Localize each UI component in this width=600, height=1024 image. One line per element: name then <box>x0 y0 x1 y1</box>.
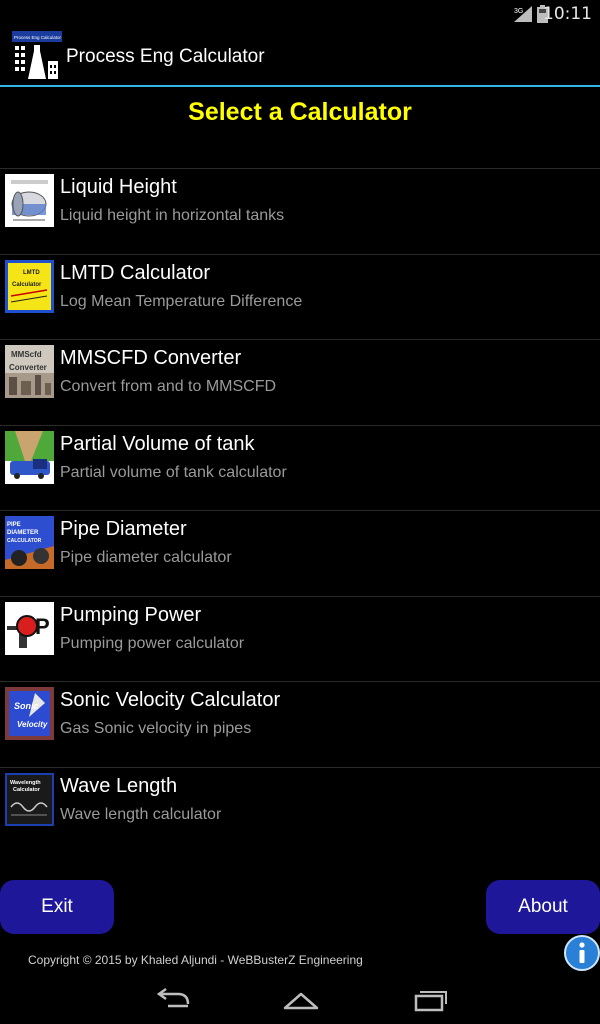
lmtd-icon: LMTD Calculator <box>5 259 54 313</box>
network-type: 3G <box>514 8 523 15</box>
system-nav-bar <box>0 976 600 1024</box>
sonic-velocity-icon: Sonic Velocity <box>5 687 54 740</box>
pump-icon-text: P <box>35 614 50 639</box>
app-title: Process Eng Calculator <box>66 46 265 67</box>
info-icon[interactable] <box>564 935 600 971</box>
action-bar-divider <box>0 85 600 87</box>
list-item-title: Pumping Power <box>60 603 202 626</box>
list-item-subtitle: Liquid height in horizontal tanks <box>60 207 285 224</box>
status-bar: 3G 10:11 <box>0 0 600 28</box>
list-item-subtitle: Partial volume of tank calculator <box>60 463 287 481</box>
mmscfd-icon: MMScfd Converter <box>5 345 54 398</box>
pipe-diameter-icon: PIPE DIAMETER CALCULATOR <box>5 516 54 569</box>
copyright-text: Copyright © 2015 by Khaled Aljundi - WeB… <box>28 953 363 967</box>
status-time: 10:11 <box>543 4 592 24</box>
list-item-title: Wave Length <box>60 774 178 797</box>
list-item-subtitle: Wave length calculator <box>60 805 222 823</box>
list-item-subtitle: Gas Sonic velocity in pipes <box>60 720 252 737</box>
list-item-subtitle: Convert from and to MMSCFD <box>60 378 277 395</box>
action-bar: Process Eng Calculator Process Eng Calcu… <box>0 28 600 86</box>
pipe-icon-text: DIAMETER <box>7 530 39 536</box>
list-item-title: Sonic Velocity Calculator <box>60 689 281 711</box>
exit-button[interactable]: Exit <box>0 880 114 934</box>
pump-icon: P <box>5 601 54 655</box>
wave-icon-text: Calculator <box>13 787 41 793</box>
sonic-icon-text: Sonic <box>14 701 39 711</box>
sonic-icon-text: Velocity <box>17 720 48 729</box>
signal-icon: 3G <box>514 6 532 22</box>
list-item-subtitle: Pipe diameter calculator <box>60 549 232 566</box>
list-item-partial-volume[interactable]: Partial Volume of tank Partial volume of… <box>0 424 600 511</box>
horizontal-tank-icon <box>5 174 54 227</box>
app-logo-caption: Process Eng Calculator <box>14 35 62 40</box>
home-icon[interactable] <box>282 988 320 1012</box>
list-item-pipe-diameter[interactable]: PIPE DIAMETER CALCULATOR Pipe Diameter P… <box>0 510 600 596</box>
list-item-mmscfd-converter[interactable]: MMScfd Converter MMSCFD Converter Conver… <box>0 339 600 425</box>
list-item-title: Partial Volume of tank <box>60 432 255 455</box>
lmtd-icon-text: Calculator <box>12 282 42 288</box>
pipe-icon-text: PIPE <box>7 522 21 528</box>
lmtd-icon-text: LMTD <box>23 270 40 276</box>
list-item-subtitle: Log Mean Temperature Difference <box>60 292 303 310</box>
app-logo-icon: Process Eng Calculator <box>12 31 62 83</box>
mmscfd-icon-text: Converter <box>9 363 47 372</box>
list-item-pumping-power[interactable]: P Pumping Power Pumping power calculator <box>0 595 600 682</box>
list-item-wave-length[interactable]: Wavelength Calculator Wave Length Wave l… <box>0 766 600 853</box>
list-item-liquid-height[interactable]: Liquid Height Liquid height in horizonta… <box>0 168 600 254</box>
list-item-title: Liquid Height <box>60 176 177 198</box>
list-item-subtitle: Pumping power calculator <box>60 634 245 652</box>
calculator-list: Liquid Height Liquid height in horizonta… <box>0 168 600 852</box>
list-item-title: LMTD Calculator <box>60 261 211 284</box>
list-item-title: Pipe Diameter <box>60 518 187 540</box>
wave-length-icon: Wavelength Calculator <box>5 772 54 826</box>
list-item-lmtd-calculator[interactable]: LMTD Calculator LMTD Calculator Log Mean… <box>0 253 600 340</box>
mmscfd-icon-text: MMScfd <box>11 350 42 359</box>
recent-apps-icon[interactable] <box>410 988 448 1012</box>
list-item-title: MMSCFD Converter <box>60 347 242 369</box>
list-item-sonic-velocity[interactable]: Sonic Velocity Sonic Velocity Calculator… <box>0 681 600 767</box>
partial-volume-icon <box>5 430 54 484</box>
pipe-icon-text: CALCULATOR <box>7 538 42 544</box>
page-title: Select a Calculator <box>188 98 412 126</box>
back-icon[interactable] <box>154 988 192 1012</box>
about-button[interactable]: About <box>486 880 600 934</box>
wave-icon-text: Wavelength <box>10 780 41 786</box>
